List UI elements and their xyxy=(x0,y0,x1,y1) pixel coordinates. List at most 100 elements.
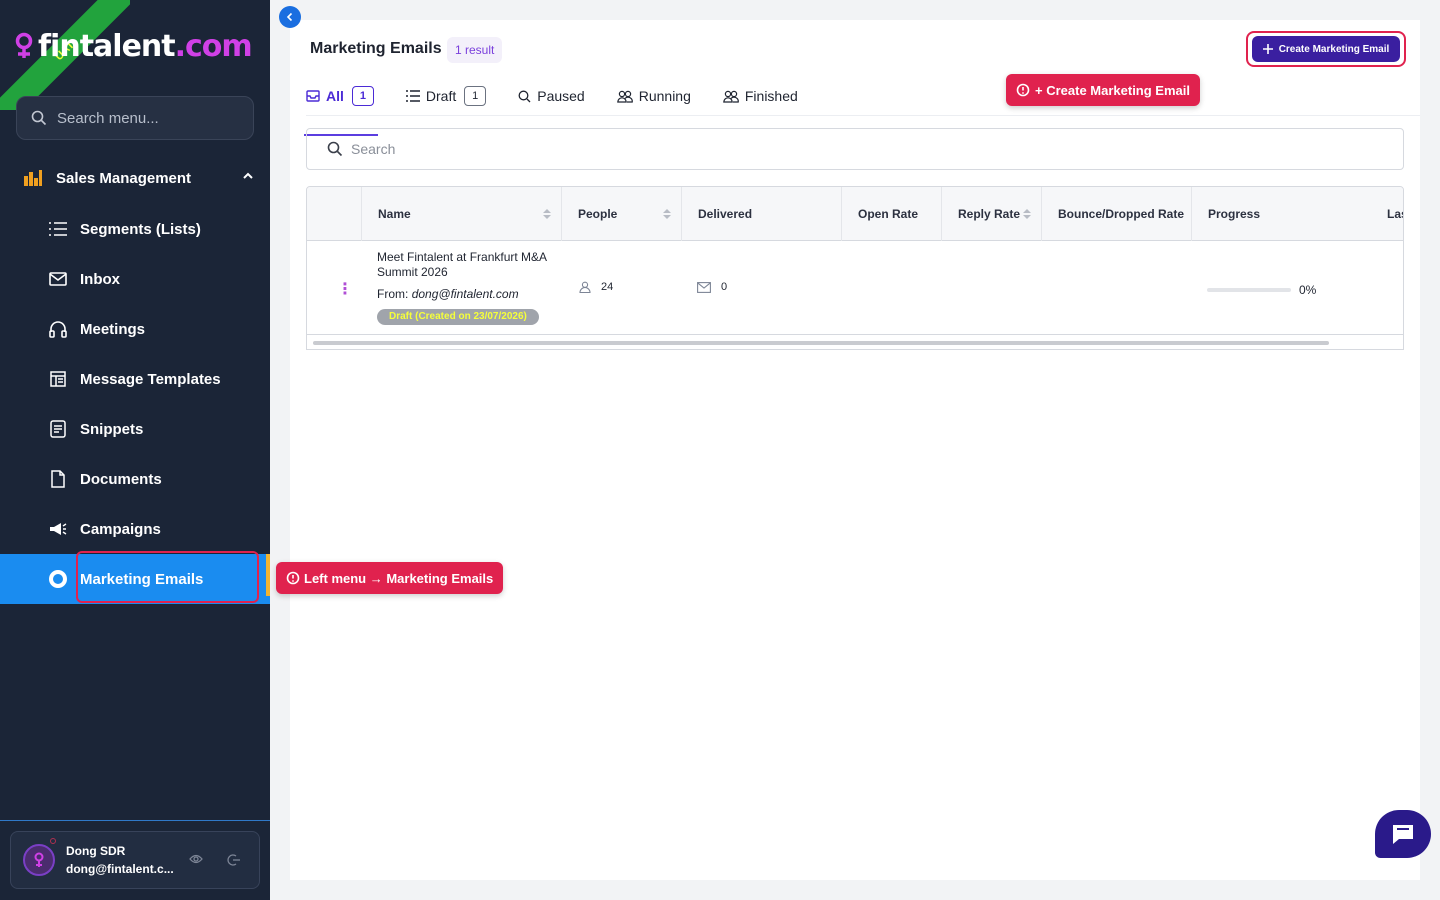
sidebar-item-meetings[interactable]: Meetings xyxy=(0,304,270,354)
user-info: Dong SDR dong@fintalent.c... xyxy=(66,842,174,878)
inbox-icon xyxy=(306,90,320,102)
page-title: Marketing Emails xyxy=(310,40,442,57)
users-icon xyxy=(723,90,739,103)
result-count-badge: 1 result xyxy=(447,37,503,63)
column-header-last[interactable]: Las xyxy=(1371,187,1403,241)
section-label: Sales Management xyxy=(56,169,192,187)
table-row[interactable]: ⋮ Meet Fintalent at Frankfurt M&A Summit… xyxy=(307,241,1403,335)
sort-icon[interactable] xyxy=(543,208,551,220)
column-header-bounce-rate[interactable]: Bounce/Dropped Rate xyxy=(1041,187,1191,241)
circle-icon xyxy=(48,569,68,589)
sort-icon[interactable] xyxy=(663,208,671,220)
sidebar-item-label: Segments (Lists) xyxy=(80,220,201,238)
tab-finished[interactable]: Finished xyxy=(723,76,798,116)
user-card[interactable]: Dong SDR dong@fintalent.c... xyxy=(10,831,260,889)
status-badge: Draft (Created on 23/07/2026) xyxy=(377,309,539,325)
sidebar-item-label: Snippets xyxy=(80,420,144,438)
alert-icon xyxy=(1016,83,1030,97)
fintalent-logo[interactable]: fintalent.com xyxy=(14,26,253,66)
search-icon xyxy=(327,141,343,157)
sidebar-item-label: Inbox xyxy=(80,270,120,288)
search-menu-input[interactable] xyxy=(57,109,237,127)
delivered-count: 0 xyxy=(697,281,727,293)
sidebar-item-campaigns[interactable]: Campaigns xyxy=(0,504,270,554)
user-icon xyxy=(579,281,591,293)
status-tabs: All 1 Draft 1 Paused Running Finished xyxy=(304,76,830,136)
tab-draft[interactable]: Draft 1 xyxy=(405,76,487,116)
email-name[interactable]: Meet Fintalent at Frankfurt M&A Summit 2… xyxy=(377,250,567,280)
chevron-left-icon xyxy=(286,12,293,22)
column-header-open-rate[interactable]: Open Rate xyxy=(841,187,941,241)
user-name: Dong SDR xyxy=(66,844,126,858)
chat-widget-button[interactable] xyxy=(1375,810,1431,858)
tooltip-create-text: + Create Marketing Email xyxy=(1035,82,1190,98)
chevron-up-icon[interactable] xyxy=(242,170,254,182)
search-field[interactable] xyxy=(306,128,1404,170)
column-header-name[interactable]: Name xyxy=(361,187,561,241)
sidebar-item-segments[interactable]: Segments (Lists) xyxy=(0,204,270,254)
sidebar-item-documents[interactable]: Documents xyxy=(0,454,270,504)
highlight-marketing-emails xyxy=(76,551,259,603)
row-menu-icon[interactable]: ⋮ xyxy=(337,279,353,299)
column-header-actions xyxy=(307,187,361,241)
sidebar: UAT fintalent.com Sales Management Segme… xyxy=(0,0,270,900)
file-icon xyxy=(48,469,68,489)
location-pin-icon xyxy=(14,32,34,60)
mail-icon xyxy=(697,281,711,293)
user-actions xyxy=(189,853,241,867)
tooltip-create: + Create Marketing Email xyxy=(1006,74,1200,106)
collapse-sidebar-button[interactable] xyxy=(279,6,301,28)
sidebar-item-label: Campaigns xyxy=(80,520,161,538)
column-header-reply-rate[interactable]: Reply Rate xyxy=(941,187,1041,241)
sidebar-item-inbox[interactable]: Inbox xyxy=(0,254,270,304)
sidebar-item-message-templates[interactable]: Message Templates xyxy=(0,354,270,404)
users-icon xyxy=(616,90,633,103)
tab-label: Finished xyxy=(744,88,798,104)
plus-icon xyxy=(1262,44,1273,54)
sidebar-item-label: Message Templates xyxy=(80,370,221,388)
tab-label: Paused xyxy=(537,88,585,104)
table-header: Name People Delivered Open Rate Reply Ra… xyxy=(307,187,1403,241)
sidebar-item-label: Meetings xyxy=(80,320,146,338)
location-pin-icon xyxy=(34,852,44,867)
tab-count: 1 xyxy=(464,86,487,106)
tab-running[interactable]: Running xyxy=(616,76,691,116)
mail-icon xyxy=(48,269,68,289)
search-menu-field[interactable] xyxy=(16,96,254,140)
tab-paused[interactable]: Paused xyxy=(518,76,585,116)
sidebar-item-label: Documents xyxy=(80,470,162,488)
tooltip-left-menu: Left menu → Marketing Emails xyxy=(276,562,504,594)
people-count: 24 xyxy=(579,281,613,293)
horizontal-scrollbar[interactable] xyxy=(313,341,1329,345)
alert-icon xyxy=(286,571,300,585)
email-from: From: dong@fintalent.com xyxy=(377,287,519,301)
tab-label: Running xyxy=(638,88,691,104)
main-panel: Marketing Emails 1 result Create Marketi… xyxy=(290,20,1420,880)
sales-management-section[interactable]: Sales Management xyxy=(24,162,260,194)
column-header-people[interactable]: People xyxy=(561,187,681,241)
search-input[interactable] xyxy=(351,141,951,157)
email-from-address: dong@fintalent.com xyxy=(411,287,519,301)
tab-label: All xyxy=(326,88,344,104)
document-icon xyxy=(48,419,68,439)
tabs-divider xyxy=(306,115,1420,116)
search-icon xyxy=(31,110,47,126)
sort-icon[interactable] xyxy=(1023,208,1031,220)
logout-icon[interactable] xyxy=(227,853,241,867)
column-header-progress[interactable]: Progress xyxy=(1191,187,1335,241)
sidebar-divider xyxy=(0,820,270,821)
status-dot xyxy=(50,838,56,844)
column-header-delivered[interactable]: Delivered xyxy=(681,187,841,241)
progress-percent: 0% xyxy=(1299,283,1317,297)
marketing-emails-table: Name People Delivered Open Rate Reply Ra… xyxy=(306,186,1404,350)
list-icon xyxy=(48,219,68,239)
megaphone-icon xyxy=(48,519,68,539)
create-button-label: Create Marketing Email xyxy=(1278,43,1390,55)
bar-chart-icon xyxy=(24,170,42,186)
sidebar-item-snippets[interactable]: Snippets xyxy=(0,404,270,454)
avatar[interactable] xyxy=(23,838,56,876)
tab-all[interactable]: All 1 xyxy=(304,76,378,136)
eye-icon[interactable] xyxy=(189,853,203,865)
create-marketing-email-button[interactable]: Create Marketing Email xyxy=(1252,36,1400,62)
chat-icon xyxy=(1393,825,1413,844)
